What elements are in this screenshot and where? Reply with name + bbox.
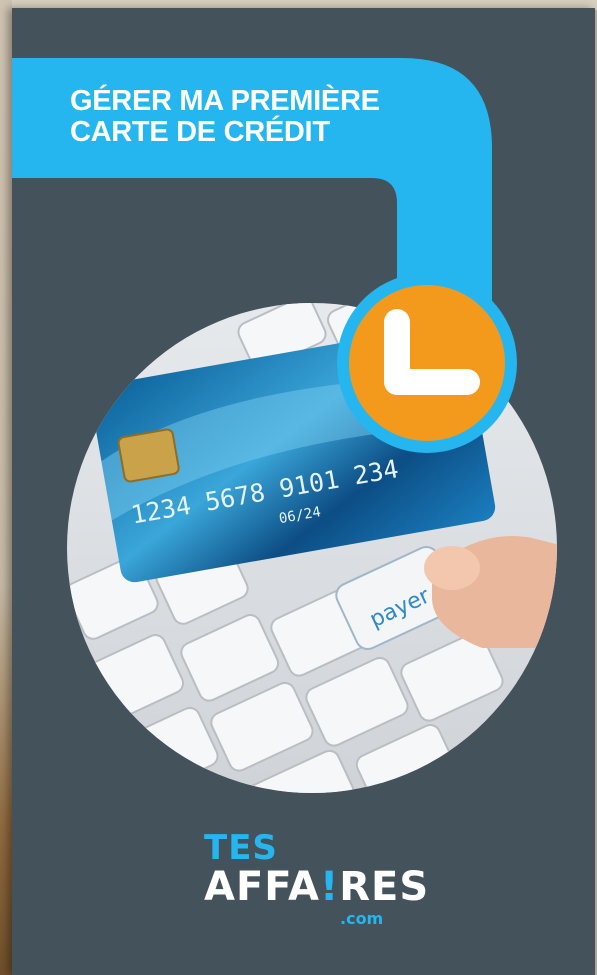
clock-icon bbox=[337, 273, 517, 453]
tes-affaires-logo: TES AFFA!RES .com bbox=[192, 830, 432, 960]
logo-com: .com bbox=[340, 909, 384, 928]
card-chip bbox=[117, 428, 180, 483]
book-cover: GÉRER MA PREMIÈRE CARTE DE CRÉDIT payer … bbox=[12, 8, 595, 975]
logo-line-1: TES bbox=[204, 828, 278, 868]
logo-line-2: AFFA!RES bbox=[204, 866, 429, 908]
logo-line-2-start: AFFA bbox=[204, 864, 320, 910]
logo-exclamation: ! bbox=[319, 864, 340, 910]
logo-line-2-end: RES bbox=[339, 864, 430, 910]
backdrop-left bbox=[0, 0, 12, 975]
